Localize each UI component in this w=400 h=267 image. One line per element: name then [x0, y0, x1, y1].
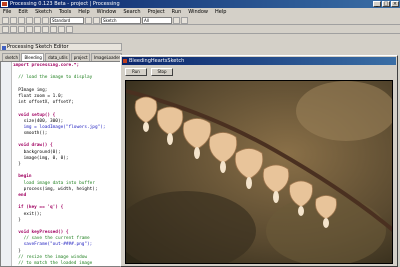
flower-image [126, 81, 392, 263]
main-toolbar: Standard Sketch All [0, 16, 400, 25]
editor-tabs: sketch Bleeding data_utils project ImageLoad… [0, 52, 122, 61]
application-window: Processing 0.123 Beta - project | Proces… [0, 0, 400, 267]
menu-item[interactable]: Run [172, 8, 182, 16]
copy-icon[interactable] [34, 17, 41, 24]
run-button[interactable]: Run [125, 68, 147, 76]
menu-item[interactable]: Project [148, 8, 165, 16]
menu-item[interactable]: Sketch [35, 8, 52, 16]
close-button[interactable]: × [391, 1, 399, 7]
comment-icon[interactable] [50, 26, 57, 33]
editor-tab[interactable]: project [70, 53, 90, 61]
open-icon[interactable] [10, 17, 17, 24]
undo-icon[interactable] [85, 17, 92, 24]
code-editor[interactable]: import processing.core.*; // load the im… [0, 61, 122, 267]
menu-item[interactable]: Window [97, 8, 117, 16]
image-canvas[interactable] [125, 80, 393, 264]
code-line: // to match the loaded image [13, 261, 93, 266]
window-title-bar[interactable]: Processing 0.123 Beta - project | Proces… [0, 0, 400, 8]
forward-icon[interactable] [10, 26, 17, 33]
editor-tab[interactable]: data_utils [45, 53, 70, 61]
editor-tab[interactable]: Bleeding [21, 53, 45, 61]
stop-button[interactable]: Stop [151, 68, 173, 76]
editor-tab[interactable]: sketch [2, 53, 21, 61]
debug-icon[interactable] [66, 26, 73, 33]
run-icon[interactable] [173, 17, 180, 24]
menu-item[interactable]: Help [78, 8, 89, 16]
maximize-button[interactable]: □ [382, 1, 390, 7]
processing-icon [1, 1, 8, 7]
redo-icon[interactable] [93, 17, 100, 24]
bookmark-icon[interactable] [58, 26, 65, 33]
menu-item[interactable]: Edit [18, 8, 28, 16]
mode-select[interactable]: Sketch [101, 17, 141, 24]
paste-icon[interactable] [42, 17, 49, 24]
secondary-toolbar [0, 25, 400, 34]
menu-item[interactable]: File [3, 8, 11, 16]
menu-item[interactable]: Tools [59, 8, 71, 16]
layout-select[interactable]: Standard [50, 17, 84, 24]
line-gutter [1, 62, 12, 266]
new-icon[interactable] [2, 17, 9, 24]
find-icon[interactable] [18, 26, 25, 33]
minimize-button[interactable]: _ [373, 1, 381, 7]
save-icon[interactable] [18, 17, 25, 24]
scope-select[interactable]: All [142, 17, 172, 24]
window-controls: _ □ × [373, 1, 399, 7]
cut-icon[interactable] [26, 17, 33, 24]
image-window-title[interactable]: BleedingHeartsSketch [122, 57, 396, 65]
stop-icon[interactable] [181, 17, 188, 24]
menu-bar: File Edit Sketch Tools Help Window Search Proje… [0, 8, 400, 16]
menu-item[interactable]: Window [188, 8, 208, 16]
indent-icon[interactable] [34, 26, 41, 33]
menu-item[interactable]: Search [123, 8, 140, 16]
menu-item[interactable]: Help [215, 8, 226, 16]
editor-tab[interactable]: ImageLoader [90, 53, 122, 61]
back-icon[interactable] [2, 26, 9, 33]
replace-icon[interactable] [26, 26, 33, 33]
image-viewer-window: BleedingHeartsSketch Run Stop [120, 55, 398, 267]
outdent-icon[interactable] [42, 26, 49, 33]
window-title: Processing 0.123 Beta - project | Proces… [10, 1, 120, 7]
code-area[interactable]: import processing.core.*; // load the im… [13, 63, 121, 266]
editor-pane-title: Processing Sketch Editor [0, 43, 122, 51]
